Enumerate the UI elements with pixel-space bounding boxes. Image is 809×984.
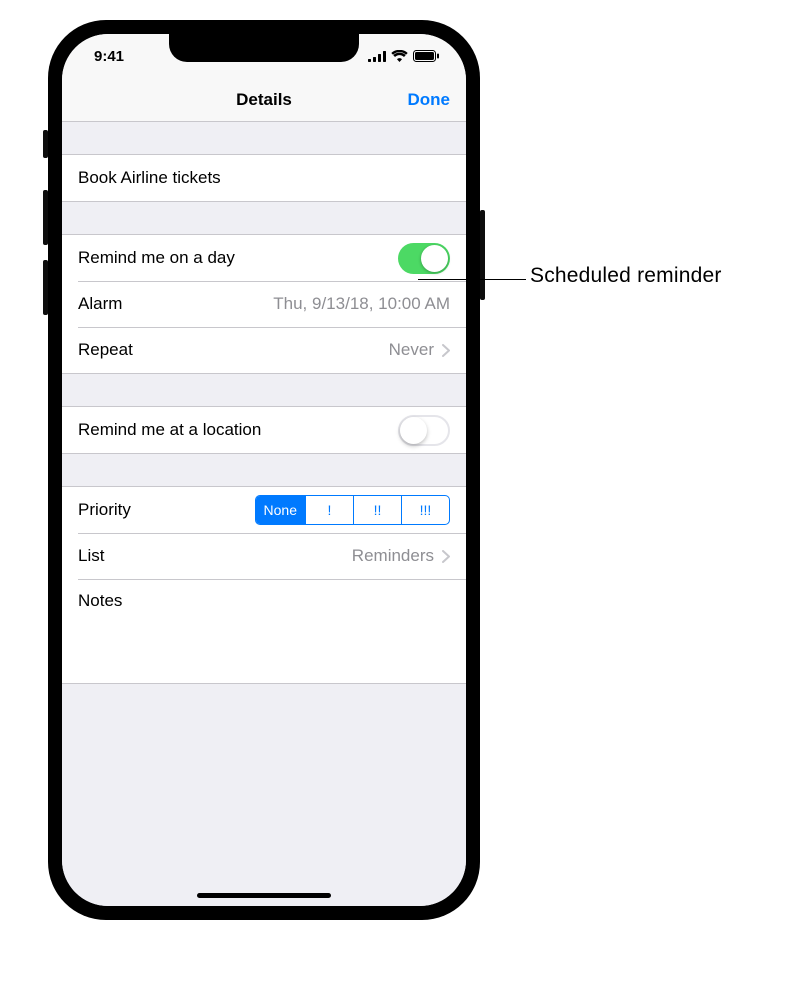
repeat-value: Never <box>133 340 434 360</box>
list-value: Reminders <box>104 546 434 566</box>
day-group: Remind me on a day Alarm Thu, 9/13/18, 1… <box>62 234 466 374</box>
priority-high[interactable]: !!! <box>401 496 449 524</box>
content-area: Book Airline tickets Remind me on a day … <box>62 122 466 906</box>
title-group: Book Airline tickets <box>62 154 466 202</box>
location-group: Remind me at a location <box>62 406 466 454</box>
priority-low[interactable]: ! <box>305 496 353 524</box>
navigation-bar: Details Done <box>62 78 466 122</box>
remind-day-cell[interactable]: Remind me on a day <box>62 235 466 281</box>
mute-switch <box>43 130 48 158</box>
reminder-title-cell[interactable]: Book Airline tickets <box>62 155 466 201</box>
alarm-label: Alarm <box>78 294 122 314</box>
repeat-label: Repeat <box>78 340 133 360</box>
priority-medium[interactable]: !! <box>353 496 401 524</box>
notes-label: Notes <box>78 591 122 611</box>
remind-location-cell[interactable]: Remind me at a location <box>62 407 466 453</box>
priority-segmented[interactable]: None ! !! !!! <box>255 495 450 525</box>
callout-line <box>418 279 526 280</box>
alarm-cell[interactable]: Alarm Thu, 9/13/18, 10:00 AM <box>62 281 466 327</box>
remind-location-label: Remind me at a location <box>78 420 261 440</box>
wifi-icon <box>391 50 408 62</box>
priority-cell: Priority None ! !! !!! <box>62 487 466 533</box>
list-label: List <box>78 546 104 566</box>
nav-title: Details <box>236 90 292 110</box>
cellular-icon <box>368 51 386 62</box>
home-indicator[interactable] <box>197 893 331 898</box>
screen: 9:41 Details Done Book Airline tickets <box>62 34 466 906</box>
list-cell[interactable]: List Reminders <box>62 533 466 579</box>
reminder-title: Book Airline tickets <box>78 168 221 188</box>
chevron-right-icon <box>442 550 450 563</box>
volume-down-button <box>43 260 48 315</box>
iphone-frame: 9:41 Details Done Book Airline tickets <box>48 20 480 920</box>
callout-label: Scheduled reminder <box>530 264 722 288</box>
remind-day-label: Remind me on a day <box>78 248 235 268</box>
remind-location-toggle[interactable] <box>398 415 450 446</box>
repeat-cell[interactable]: Repeat Never <box>62 327 466 373</box>
remind-day-toggle[interactable] <box>398 243 450 274</box>
status-indicators <box>368 50 440 62</box>
chevron-right-icon <box>442 344 450 357</box>
priority-none[interactable]: None <box>256 496 305 524</box>
side-button <box>480 210 485 300</box>
priority-label: Priority <box>78 500 131 520</box>
priority-group: Priority None ! !! !!! List Reminders <box>62 486 466 684</box>
volume-up-button <box>43 190 48 245</box>
status-time: 9:41 <box>94 48 124 65</box>
notch <box>169 34 359 62</box>
battery-icon <box>413 50 440 62</box>
alarm-value: Thu, 9/13/18, 10:00 AM <box>122 294 450 314</box>
notes-cell[interactable]: Notes <box>62 579 466 683</box>
done-button[interactable]: Done <box>408 90 451 110</box>
